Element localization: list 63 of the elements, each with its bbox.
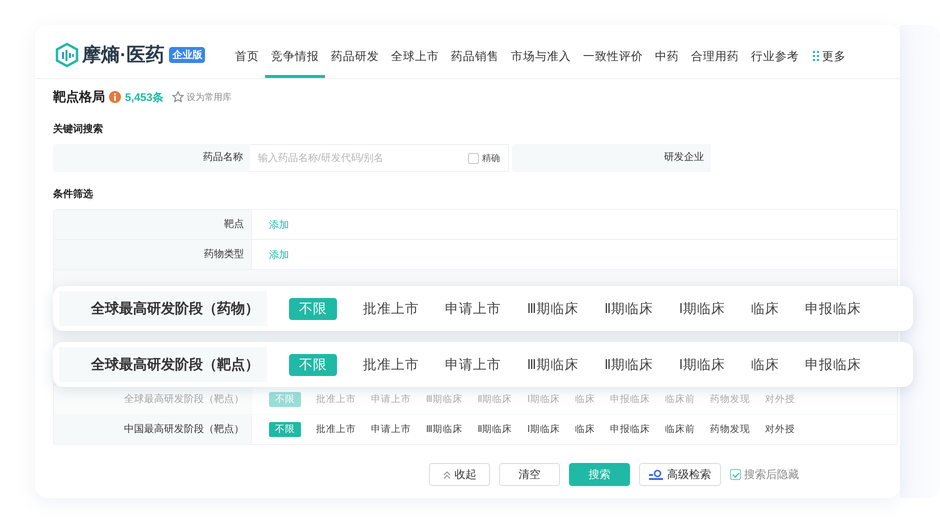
nav-item[interactable]: 一致性评价 <box>577 37 649 78</box>
section-title: 条件筛选 <box>53 189 94 201</box>
info-icon <box>109 91 121 103</box>
result-count: 5,453条 <box>125 90 164 104</box>
more-menu-link[interactable]: 更多 <box>807 37 852 78</box>
nav-item[interactable]: 市场与准入 <box>505 37 577 78</box>
checkbox-label: 精确 <box>482 152 500 164</box>
filter-label: 全球最高研发阶段（靶点） <box>59 347 267 382</box>
filter-option[interactable]: Ⅰ期临床 <box>678 300 725 318</box>
checkbox-label: 搜索后隐藏 <box>744 468 799 482</box>
filter-option[interactable]: Ⅲ期临床 <box>527 356 578 374</box>
logo-icon <box>55 42 79 68</box>
filter-option[interactable]: 申请上市 <box>445 356 501 374</box>
filter-option[interactable]: 批准上市 <box>363 300 419 318</box>
filter-option[interactable]: 对外授 <box>765 423 796 436</box>
filter-option[interactable]: 批准上市 <box>363 356 419 374</box>
clear-button[interactable]: 清空 <box>499 463 560 486</box>
filter-option[interactable]: 临床 <box>750 356 779 374</box>
edition-badge: 企业版 <box>169 47 206 63</box>
grid-dots-icon <box>813 51 819 61</box>
nav-item[interactable]: 首页 <box>229 37 265 78</box>
filter-option[interactable]: 临床前 <box>665 423 696 436</box>
collapse-button[interactable]: 收起 <box>429 463 490 486</box>
filter-option[interactable]: Ⅱ期临床 <box>604 356 653 374</box>
field-label: 研发企业 <box>512 144 711 172</box>
filter-option[interactable]: 申请上市 <box>371 423 411 436</box>
filter-option[interactable]: 申报临床 <box>804 300 861 318</box>
favorite-link[interactable]: 设为常用库 <box>172 90 232 104</box>
checkbox[interactable] <box>730 469 741 480</box>
nav-item[interactable]: 竞争情报 <box>265 37 325 78</box>
nav-item[interactable]: 药品销售 <box>445 37 505 78</box>
advanced-search-button[interactable]: 高级检索 <box>639 463 721 486</box>
filter-label: 全球最高研发阶段（药物） <box>59 291 267 326</box>
double-caret-icon <box>442 470 450 478</box>
filter-label: 中国最高研发阶段（靶点） <box>54 415 252 444</box>
nav-item[interactable]: 全球上市 <box>385 37 445 78</box>
filter-option[interactable]: Ⅱ期临床 <box>478 423 512 436</box>
checkbox[interactable] <box>468 152 479 164</box>
filter-option[interactable]: Ⅲ期临床 <box>527 300 578 318</box>
nav-item[interactable]: 行业参考 <box>745 37 805 78</box>
search-list-icon <box>649 468 663 480</box>
filter-option[interactable]: Ⅰ期临床 <box>678 356 725 374</box>
filter-option[interactable]: Ⅲ期临床 <box>426 423 463 436</box>
filter-label: 药物类型 <box>54 240 252 269</box>
filter-option[interactable]: Ⅱ期临床 <box>604 300 653 318</box>
filter-option[interactable]: 批准上市 <box>316 423 356 436</box>
filter-option[interactable]: 药物发现 <box>710 423 750 436</box>
filter-option[interactable]: 申报临床 <box>610 423 650 436</box>
nav-item[interactable]: 中药 <box>649 37 685 78</box>
star-icon <box>172 91 184 103</box>
filter-option[interactable]: Ⅰ期临床 <box>527 423 560 436</box>
filter-option[interactable]: 申请上市 <box>445 300 501 318</box>
filter-option[interactable]: 申报临床 <box>804 356 861 374</box>
page-title: 靶点格局 <box>53 88 105 106</box>
field-label: 药品名称 <box>53 144 250 172</box>
filter-option[interactable]: 临床 <box>750 300 779 318</box>
section-title: 关键词搜索 <box>53 124 104 136</box>
logo-text: 摩熵·医药 <box>82 44 164 68</box>
filter-label: 靶点 <box>54 210 252 239</box>
filter-option[interactable]: 临床 <box>575 423 596 436</box>
nav-item[interactable]: 药品研发 <box>325 37 385 78</box>
text-input[interactable]: 输入药品名称/研发代码/别名 <box>250 144 468 172</box>
nav-item[interactable]: 合理用药 <box>685 37 745 78</box>
